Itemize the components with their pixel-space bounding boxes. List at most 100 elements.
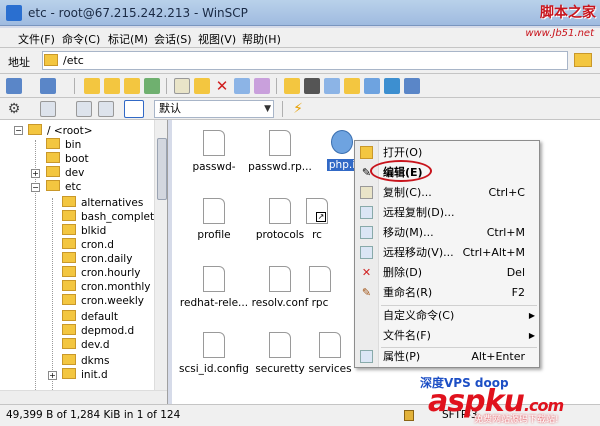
- file-icon: [269, 198, 291, 224]
- tree-item[interactable]: cron.hourly: [62, 266, 140, 280]
- folder-icon: [62, 324, 76, 335]
- tree-item[interactable]: boot: [46, 152, 89, 166]
- collapse-icon[interactable]: −: [31, 183, 40, 192]
- back-icon[interactable]: [6, 78, 22, 94]
- tree-item[interactable]: cron.monthly: [62, 280, 151, 294]
- forward-icon[interactable]: [40, 78, 56, 94]
- tree-item[interactable]: default: [62, 310, 118, 324]
- menu-session[interactable]: 会话(S): [154, 31, 192, 47]
- menu-command[interactable]: 命令(C): [62, 31, 100, 47]
- lock-icon: [404, 410, 414, 421]
- delete-icon: ✕: [361, 266, 372, 279]
- expand-icon[interactable]: +: [48, 371, 57, 380]
- selection-status: 49,399 B of 1,284 KiB in 1 of 124: [6, 409, 181, 421]
- remote-copy-icon: [360, 206, 373, 219]
- tree-item[interactable]: alternatives: [62, 196, 143, 210]
- menu-bar: 文件(F) 命令(C) 标记(M) 会话(S) 视图(V) 帮助(H): [0, 28, 600, 48]
- add-bookmark-icon[interactable]: [344, 78, 360, 94]
- file-item[interactable]: rpc: [300, 266, 340, 309]
- tree-scroll-thumb[interactable]: [157, 138, 167, 200]
- folder-icon: [62, 294, 76, 305]
- session-icon[interactable]: [404, 78, 420, 94]
- new-directory-icon[interactable]: [284, 78, 300, 94]
- tree-item[interactable]: bin: [46, 138, 81, 152]
- tree-item[interactable]: dkms: [62, 354, 109, 368]
- context-open[interactable]: 打开(O): [355, 143, 539, 163]
- file-item[interactable]: services: [304, 332, 356, 375]
- synchronize-icon[interactable]: [384, 78, 400, 94]
- view-icon[interactable]: [40, 101, 56, 117]
- folder-icon: [46, 152, 60, 163]
- context-remote-move[interactable]: 远程移动(V)... Ctrl+Alt+M: [355, 243, 539, 263]
- folder-icon: [46, 166, 60, 177]
- tree-vertical-scrollbar[interactable]: [154, 120, 167, 390]
- details-view-icon[interactable]: [98, 101, 114, 117]
- address-bar: 地址: [0, 48, 600, 74]
- tree-item[interactable]: cron.d: [62, 238, 114, 252]
- tree-guide-line: [35, 140, 36, 400]
- gear-icon[interactable]: ⚙: [6, 101, 22, 117]
- menu-file[interactable]: 文件(F): [18, 31, 55, 47]
- context-delete[interactable]: ✕ 删除(D) Del: [355, 263, 539, 283]
- file-mask-icon[interactable]: [324, 78, 340, 94]
- context-copy[interactable]: 复制(C)... Ctrl+C: [355, 183, 539, 203]
- watermark-site-name: 脚本之家: [540, 5, 596, 21]
- console-icon[interactable]: [304, 78, 320, 94]
- folder-icon: [46, 138, 60, 149]
- address-label: 地址: [8, 56, 30, 69]
- tree-item-root[interactable]: / <root>: [28, 124, 93, 138]
- tree-item[interactable]: dev: [46, 166, 84, 180]
- tree-item[interactable]: cron.daily: [62, 252, 132, 266]
- directory-tree[interactable]: − / <root> bin boot + dev − etc alternat…: [0, 120, 168, 404]
- tree-item[interactable]: depmod.d: [62, 324, 134, 338]
- php-file-icon: [331, 130, 353, 154]
- tree-item[interactable]: bash_completion: [62, 210, 167, 224]
- context-rename[interactable]: ✎ 重命名(R) F2: [355, 283, 539, 303]
- address-input[interactable]: [42, 51, 568, 70]
- tree-item[interactable]: dev.d: [62, 338, 110, 352]
- open-file-icon[interactable]: [194, 78, 210, 94]
- lightning-icon[interactable]: ⚡: [290, 101, 306, 117]
- context-properties[interactable]: 属性(P) Alt+Enter: [355, 347, 539, 367]
- folder-icon: [62, 252, 76, 263]
- find-files-icon[interactable]: [364, 78, 380, 94]
- chevron-down-icon: ▼: [264, 104, 271, 114]
- refresh-icon[interactable]: [144, 78, 160, 94]
- list-view-icon[interactable]: [76, 101, 92, 117]
- context-move[interactable]: 移动(M)... Ctrl+M: [355, 223, 539, 243]
- parent-directory-icon[interactable]: [84, 78, 100, 94]
- properties-icon[interactable]: [234, 78, 250, 94]
- winscp-app-icon: [6, 5, 22, 21]
- tree-item-etc[interactable]: etc: [46, 180, 81, 194]
- folder-icon: [44, 54, 58, 66]
- properties-icon: [360, 350, 373, 363]
- file-icon: [203, 130, 225, 156]
- watermark-brand-subtitle: 免费网站源码下载站!: [474, 415, 559, 425]
- context-remote-copy[interactable]: 远程复制(D)...: [355, 203, 539, 223]
- toolbar-view: ⚙ 默认 ▼ ⚡: [0, 98, 600, 120]
- edit-file-icon[interactable]: [174, 78, 190, 94]
- collapse-icon[interactable]: −: [14, 126, 23, 135]
- tree-item[interactable]: cron.weekly: [62, 294, 144, 308]
- delete-icon[interactable]: ✕: [214, 78, 230, 94]
- toolbar-separator: [282, 101, 283, 117]
- open-directory-icon[interactable]: [574, 53, 592, 67]
- tree-toggle-icon[interactable]: [124, 100, 144, 118]
- home-directory-icon[interactable]: [124, 78, 140, 94]
- rename-icon[interactable]: [254, 78, 270, 94]
- folder-icon: [62, 368, 76, 379]
- menu-help[interactable]: 帮助(H): [242, 31, 281, 47]
- view-preset-select[interactable]: 默认 ▼: [154, 100, 274, 118]
- expand-icon[interactable]: +: [31, 169, 40, 178]
- context-file-names[interactable]: 文件名(F) ▶: [355, 326, 539, 346]
- menu-mark[interactable]: 标记(M): [108, 31, 148, 47]
- root-directory-icon[interactable]: [104, 78, 120, 94]
- tree-item[interactable]: blkid: [62, 224, 106, 238]
- tree-horizontal-scrollbar[interactable]: [0, 390, 167, 404]
- menu-view[interactable]: 视图(V): [198, 31, 236, 47]
- copy-icon: [360, 186, 373, 199]
- tree-item[interactable]: init.d: [62, 368, 108, 382]
- edit-highlight-ring: [370, 160, 432, 182]
- tree-guide-line: [52, 198, 53, 398]
- context-custom-commands[interactable]: 自定义命令(C) ▶: [355, 306, 539, 326]
